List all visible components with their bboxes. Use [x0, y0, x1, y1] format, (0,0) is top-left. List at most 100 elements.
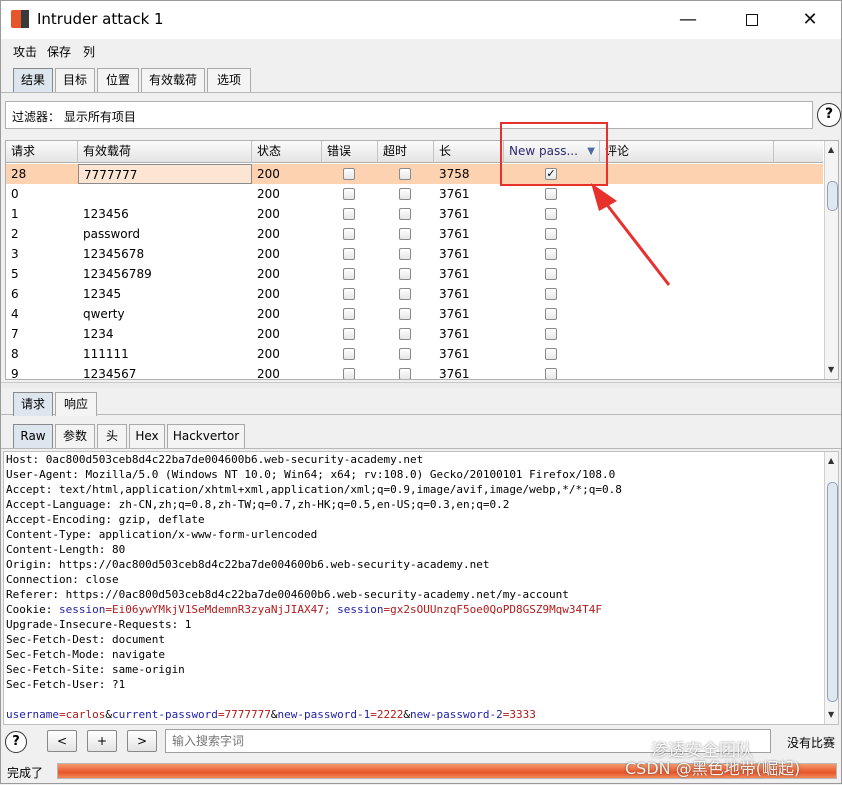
search-prev-button[interactable]: <	[47, 730, 77, 752]
tab-response[interactable]: 响应	[55, 392, 97, 416]
cell-payload: 12345	[83, 287, 122, 301]
cell-timeout-checkbox	[399, 268, 411, 280]
table-row[interactable]: 4 qwerty 200 3761	[6, 304, 823, 324]
request-segment: User-Agent: Mozilla/5.0 (Windows NT 10.0…	[6, 468, 616, 481]
request-editor[interactable]: Host: 0ac800d503ceb8d4c22ba7de004600b6.w…	[3, 451, 839, 725]
menu-save[interactable]: 保存	[47, 43, 71, 60]
cell-new-password-checkbox	[545, 208, 557, 220]
request-segment: Host: 0ac800d503ceb8d4c22ba7de004600b6.w…	[6, 453, 424, 466]
table-row[interactable]: 3 12345678 200 3761	[6, 244, 823, 264]
cell-length: 3761	[439, 307, 470, 321]
request-segment: &	[270, 708, 278, 721]
tab-positions[interactable]: 位置	[97, 68, 139, 92]
minimize-button[interactable]: —	[657, 1, 719, 39]
cell-request: 9	[11, 367, 19, 380]
maximize-icon	[746, 14, 758, 26]
search-add-button[interactable]: +	[87, 730, 117, 752]
tab-hackvertor[interactable]: Hackvertor	[167, 424, 245, 448]
detail-tabs: 请求 响应	[1, 389, 841, 416]
table-row[interactable]: 5 123456789 200 3761	[6, 264, 823, 284]
cell-request: 0	[11, 187, 19, 201]
tab-payloads[interactable]: 有效载荷	[141, 68, 205, 92]
col-request[interactable]: 请求	[6, 141, 78, 163]
col-payload[interactable]: 有效载荷	[78, 141, 252, 163]
request-segment: username	[6, 708, 59, 721]
cell-timeout-checkbox	[399, 228, 411, 240]
request-line	[6, 692, 622, 707]
request-segment: =2222	[370, 708, 404, 721]
cell-status: 200	[257, 227, 280, 241]
cell-error-checkbox	[343, 268, 355, 280]
request-segment: &	[105, 708, 112, 721]
cell-request: 28	[11, 167, 27, 181]
request-segment: Content-Length: 80	[6, 543, 126, 556]
request-line: Sec-Fetch-User: ?1	[6, 677, 622, 692]
tab-target[interactable]: 目标	[55, 68, 95, 92]
editor-scroll-up-icon[interactable]: ▲	[828, 456, 834, 465]
table-row[interactable]: 6 12345 200 3761	[6, 284, 823, 304]
cell-request: 3	[11, 247, 19, 261]
cell-length: 3761	[439, 367, 470, 380]
cell-error-checkbox	[343, 288, 355, 300]
tab-headers[interactable]: 头	[97, 424, 127, 448]
cell-new-password-checkbox	[545, 248, 557, 260]
results-scroll-thumb[interactable]	[827, 181, 838, 211]
col-error[interactable]: 错误	[322, 141, 378, 163]
request-segment: Referer: https://0ac800d503ceb8d4c22ba7d…	[6, 588, 569, 601]
request-line: Origin: https://0ac800d503ceb8d4c22ba7de…	[6, 557, 622, 572]
close-button[interactable]: ✕	[779, 1, 841, 39]
table-row[interactable]: 8 111111 200 3761	[6, 344, 823, 364]
cell-length: 3761	[439, 207, 470, 221]
search-next-button[interactable]: >	[127, 730, 157, 752]
request-text[interactable]: Host: 0ac800d503ceb8d4c22ba7de004600b6.w…	[6, 452, 622, 722]
editor-scroll-thumb[interactable]	[827, 482, 838, 702]
cell-status: 200	[257, 167, 280, 181]
cell-error-checkbox	[343, 208, 355, 220]
filter-help-button[interactable]: ?	[817, 103, 841, 127]
table-row[interactable]: 9 1234567 200 3761	[6, 364, 823, 380]
cell-new-password-checkbox	[545, 228, 557, 240]
request-line: Host: 0ac800d503ceb8d4c22ba7de004600b6.w…	[6, 452, 622, 467]
cell-timeout-checkbox	[399, 248, 411, 260]
cell-length: 3761	[439, 327, 470, 341]
col-comment[interactable]: 评论	[600, 141, 774, 163]
title-bar: Intruder attack 1 — ✕	[1, 1, 841, 39]
scroll-up-icon[interactable]: ▲	[828, 145, 834, 154]
editor-scrollbar[interactable]: ▲ ▼	[824, 452, 838, 724]
request-segment: Origin: https://0ac800d503ceb8d4c22ba7de…	[6, 558, 490, 571]
cell-new-password-checkbox	[545, 288, 557, 300]
editor-scroll-down-icon[interactable]: ▼	[828, 710, 834, 719]
annotation-highlight-box	[500, 122, 608, 186]
col-timeout[interactable]: 超时	[378, 141, 434, 163]
table-row[interactable]: 28 7777777 200 3758 ✓	[6, 164, 823, 184]
cell-payload	[78, 184, 252, 204]
col-length[interactable]: 长	[434, 141, 504, 163]
cell-timeout-checkbox	[399, 308, 411, 320]
request-segment: Sec-Fetch-User: ?1	[6, 678, 126, 691]
cell-status: 200	[257, 247, 280, 261]
tab-request[interactable]: 请求	[13, 392, 53, 416]
menu-columns[interactable]: 列	[83, 43, 95, 60]
table-row[interactable]: 7 1234 200 3761	[6, 324, 823, 344]
filter-bar[interactable]: 过滤器： 显示所有项目	[5, 101, 813, 129]
tab-raw[interactable]: Raw	[13, 424, 53, 448]
col-status[interactable]: 状态	[252, 141, 322, 163]
scroll-down-icon[interactable]: ▼	[828, 365, 834, 374]
maximize-button[interactable]	[721, 1, 783, 39]
pane-splitter[interactable]	[1, 382, 841, 388]
table-row[interactable]: 2 password 200 3761	[6, 224, 823, 244]
results-scrollbar[interactable]: ▲ ▼	[824, 141, 838, 379]
table-row[interactable]: 0 200 3761	[6, 184, 823, 204]
cell-error-checkbox	[343, 308, 355, 320]
search-help-button[interactable]: ?	[5, 731, 27, 753]
tab-hex[interactable]: Hex	[129, 424, 165, 448]
cell-timeout-checkbox	[399, 328, 411, 340]
request-line: Accept: text/html,application/xhtml+xml,…	[6, 482, 622, 497]
tab-options[interactable]: 选项	[207, 68, 251, 92]
table-row[interactable]: 1 123456 200 3761	[6, 204, 823, 224]
request-segment: session	[58, 603, 106, 616]
tab-params[interactable]: 参数	[55, 424, 95, 448]
cell-length: 3761	[439, 247, 470, 261]
menu-attack[interactable]: 攻击	[13, 43, 37, 60]
tab-results[interactable]: 结果	[13, 68, 53, 92]
